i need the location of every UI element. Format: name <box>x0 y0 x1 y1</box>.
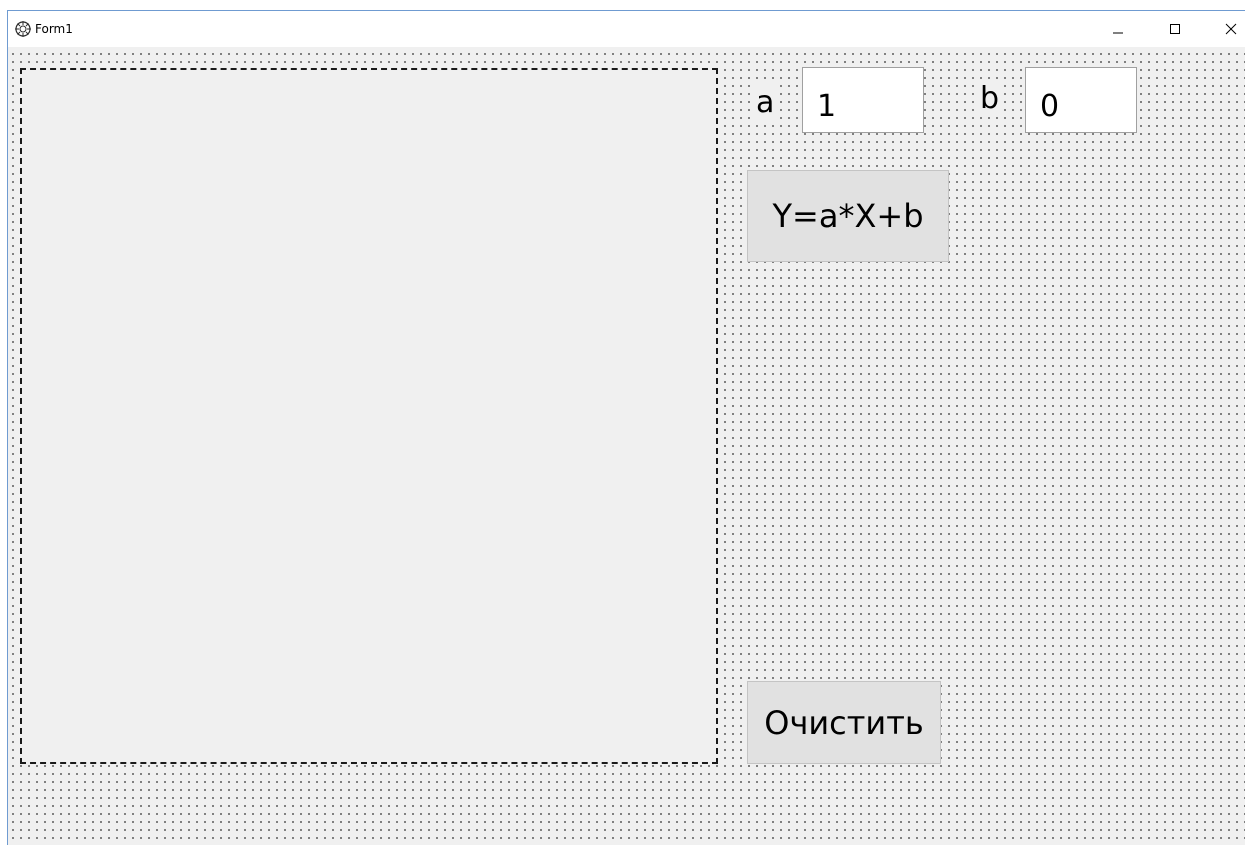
label-a: a <box>754 85 777 121</box>
clear-button[interactable]: Очистить <box>747 681 941 764</box>
app-icon <box>14 20 32 38</box>
minimize-button[interactable] <box>1095 11 1141 47</box>
close-icon <box>1225 20 1237 39</box>
window-title: Form1 <box>35 22 73 36</box>
close-button[interactable] <box>1208 11 1245 47</box>
label-b: b <box>978 81 1002 117</box>
title-bar[interactable]: Form1 <box>8 11 1245 47</box>
maximize-icon <box>1169 20 1181 39</box>
form-design-surface: a b Y=a*X+b Очистить <box>8 47 1245 845</box>
input-b[interactable] <box>1025 67 1137 133</box>
graph-picture-box[interactable] <box>20 68 718 764</box>
minimize-icon <box>1112 20 1124 39</box>
plot-line-button[interactable]: Y=a*X+b <box>747 170 949 262</box>
input-a[interactable] <box>802 67 924 133</box>
form-window: Form1 a b Y=a*X+b Очистить <box>7 10 1245 845</box>
maximize-button[interactable] <box>1152 11 1198 47</box>
